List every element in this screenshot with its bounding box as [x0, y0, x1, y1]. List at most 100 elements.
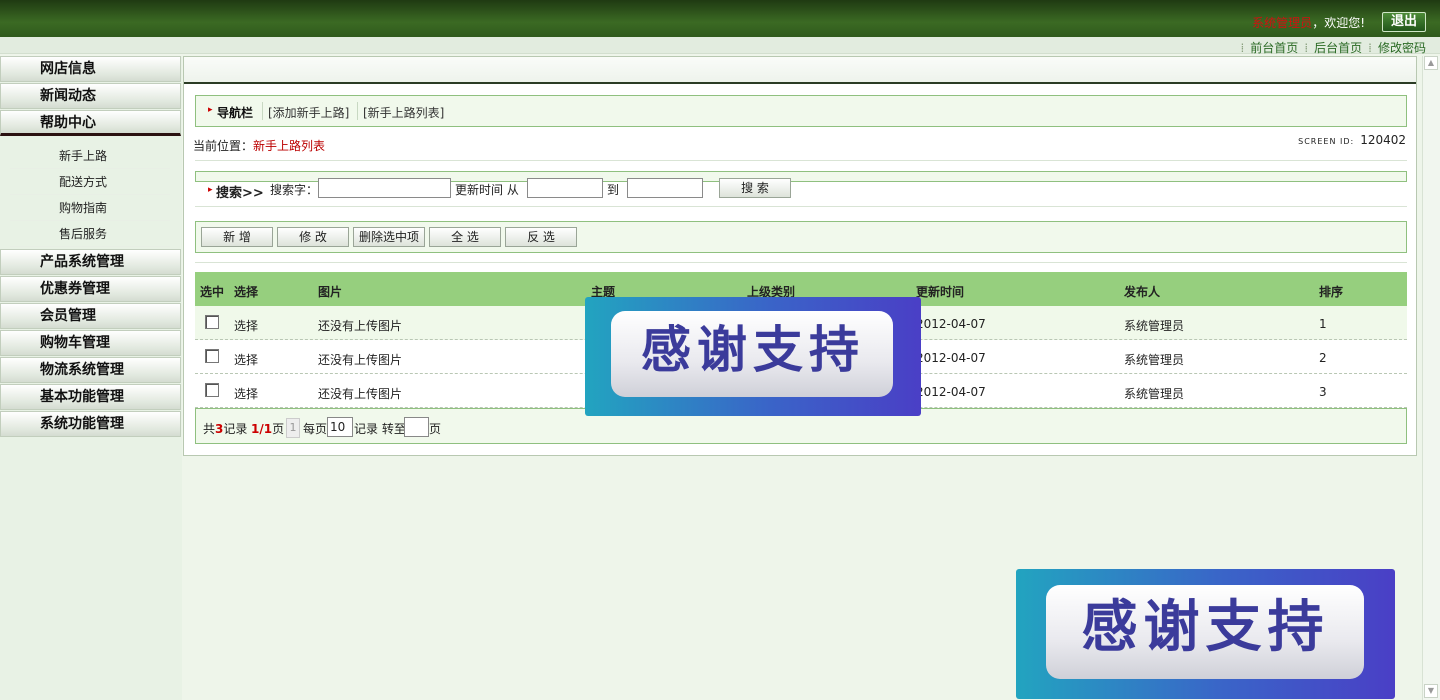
column-header-checked: 选中: [200, 285, 225, 299]
divider: [195, 206, 1407, 207]
row-order: 2: [1319, 351, 1327, 365]
search-button[interactable]: 搜 索: [719, 178, 791, 198]
row-checkbox[interactable]: [205, 315, 219, 329]
arrow-icon: ▸: [208, 185, 213, 195]
add-beginner-guide-link[interactable]: [添加新手上路]: [268, 104, 349, 121]
top-link-bar: ⁞ 前台首页 ⁞ 后台首页 ⁞ 修改密码: [0, 37, 1440, 56]
time-to-input[interactable]: [627, 178, 703, 198]
main-panel-header: [184, 57, 1416, 84]
add-button[interactable]: 新 增: [201, 227, 273, 247]
change-password-link[interactable]: 修改密码: [1378, 41, 1426, 55]
sidebar-item-shop-info[interactable]: 网店信息: [0, 56, 181, 82]
search-row: ▸ 搜索>> 搜索字： 更新时间 从 到 搜 索: [201, 178, 1401, 201]
row-updated: 2012-04-07: [916, 351, 986, 365]
beginner-guide-list-link[interactable]: [新手上路列表]: [363, 104, 444, 121]
frontend-home-link[interactable]: 前台首页: [1250, 41, 1298, 55]
per-page-input[interactable]: 10: [327, 417, 353, 437]
column-header-author: 发布人: [1124, 285, 1161, 299]
breadcrumb-prefix: 当前位置：: [193, 139, 254, 153]
scroll-down-icon[interactable]: ▼: [1424, 684, 1438, 698]
sidebar-item-logistics[interactable]: 物流系统管理: [0, 357, 181, 383]
sidebar-item-help-center[interactable]: 帮助中心: [0, 110, 181, 136]
row-checkbox[interactable]: [205, 383, 219, 397]
top-links: ⁞ 前台首页 ⁞ 后台首页 ⁞ 修改密码: [1234, 39, 1426, 56]
submenu-item-after-sales[interactable]: 售后服务: [10, 221, 170, 247]
row-image-status: 还没有上传图片: [318, 353, 403, 367]
per-page-label: 每页: [303, 422, 328, 436]
goto-page-input[interactable]: [404, 417, 429, 437]
row-image-status: 还没有上传图片: [318, 319, 403, 333]
thanks-overlay-image: 感谢支持: [585, 297, 921, 416]
row-select-link[interactable]: 选择: [234, 385, 258, 402]
row-updated: 2012-04-07: [916, 385, 986, 399]
invert-selection-button[interactable]: 反 选: [505, 227, 577, 247]
submenu-item-delivery[interactable]: 配送方式: [10, 169, 170, 195]
select-all-button[interactable]: 全 选: [429, 227, 501, 247]
row-author: 系统管理员: [1124, 387, 1185, 401]
row-order: 3: [1319, 385, 1327, 399]
divider: [195, 262, 1407, 263]
sidebar-item-system-functions[interactable]: 系统功能管理: [0, 411, 181, 437]
pager-total: 共3记录: [203, 420, 247, 437]
action-toolbar: 新 增 修 改 删除选中项 全 选 反 选: [195, 221, 1407, 253]
column-header-order: 排序: [1319, 285, 1344, 299]
column-header-select: 选择: [234, 285, 259, 299]
link-separator: ⁞: [1368, 41, 1372, 55]
row-order: 1: [1319, 317, 1327, 331]
pager-total-suffix: 记录: [223, 422, 248, 436]
breadcrumb: 当前位置：新手上路列表: [193, 137, 325, 154]
row-updated: 2012-04-07: [916, 317, 986, 331]
thanks-overlay-text: 感谢支持: [641, 321, 865, 379]
pager-total-prefix: 共: [203, 422, 216, 436]
nav-divider: [357, 102, 358, 120]
column-header-updated: 更新时间: [916, 285, 965, 299]
thanks-overlay-text: 感谢支持: [1081, 595, 1330, 660]
welcome-text: 系统管理员，欢迎您!: [1252, 14, 1365, 31]
link-separator: ⁞: [1240, 41, 1245, 55]
keyword-label: 搜索字：: [270, 183, 319, 197]
submenu-item-beginner-guide[interactable]: 新手上路: [10, 143, 170, 169]
pager-total-pages: 1: [263, 422, 273, 436]
row-select-link[interactable]: 选择: [234, 317, 258, 334]
row-image-status: 还没有上传图片: [318, 387, 403, 401]
top-header-bar: 系统管理员，欢迎您! 退出: [0, 0, 1440, 37]
scroll-up-icon[interactable]: ▲: [1424, 56, 1438, 70]
time-to-label: 到: [607, 183, 620, 197]
sidebar-item-basic-functions[interactable]: 基本功能管理: [0, 384, 181, 410]
vertical-scrollbar[interactable]: [1422, 56, 1440, 700]
sidebar-item-cart[interactable]: 购物车管理: [0, 330, 181, 356]
row-select-link[interactable]: 选择: [234, 351, 258, 368]
goto-label: 记录 转至: [354, 422, 406, 436]
sidebar-item-members[interactable]: 会员管理: [0, 303, 181, 329]
sidebar-item-coupons[interactable]: 优惠券管理: [0, 276, 181, 302]
pager-page-suffix: 页: [272, 422, 285, 436]
keyword-input[interactable]: [318, 178, 451, 198]
search-label: 搜索>>: [216, 186, 264, 201]
nav-divider: [262, 102, 263, 120]
screen-id-label: SCREEN ID:: [1298, 137, 1355, 146]
row-author: 系统管理员: [1124, 319, 1185, 333]
sidebar: 网店信息 新闻动态 帮助中心 新手上路 配送方式 购物指南 售后服务 产品系统管…: [0, 56, 182, 700]
logout-button[interactable]: 退出: [1382, 12, 1426, 32]
welcome-label: ，欢迎您!: [1312, 16, 1365, 30]
nav-bar: ▸ 导航栏 [添加新手上路] [新手上路列表]: [195, 95, 1407, 127]
time-from-input[interactable]: [527, 178, 603, 198]
pager-page-info: 1/1页: [251, 420, 284, 437]
nav-title: 导航栏: [217, 106, 254, 120]
delete-selected-button[interactable]: 删除选中项: [353, 227, 425, 247]
thanks-overlay-image: 感谢支持: [1016, 569, 1395, 699]
sidebar-item-products[interactable]: 产品系统管理: [0, 249, 181, 275]
submenu-item-shopping-guide[interactable]: 购物指南: [10, 195, 170, 221]
row-checkbox[interactable]: [205, 349, 219, 363]
column-header-image: 图片: [318, 285, 343, 299]
arrow-icon: ▸: [208, 105, 213, 115]
help-center-submenu: 新手上路 配送方式 购物指南 售后服务: [0, 137, 182, 249]
link-separator: ⁞: [1304, 41, 1309, 55]
pager-page-button[interactable]: 1: [286, 418, 300, 438]
breadcrumb-current: 新手上路列表: [253, 139, 326, 153]
admin-name: 系统管理员: [1252, 16, 1313, 30]
edit-button[interactable]: 修 改: [277, 227, 349, 247]
sidebar-item-news[interactable]: 新闻动态: [0, 83, 181, 109]
screen-id-value: 120402: [1360, 133, 1406, 147]
backend-home-link[interactable]: 后台首页: [1314, 41, 1362, 55]
